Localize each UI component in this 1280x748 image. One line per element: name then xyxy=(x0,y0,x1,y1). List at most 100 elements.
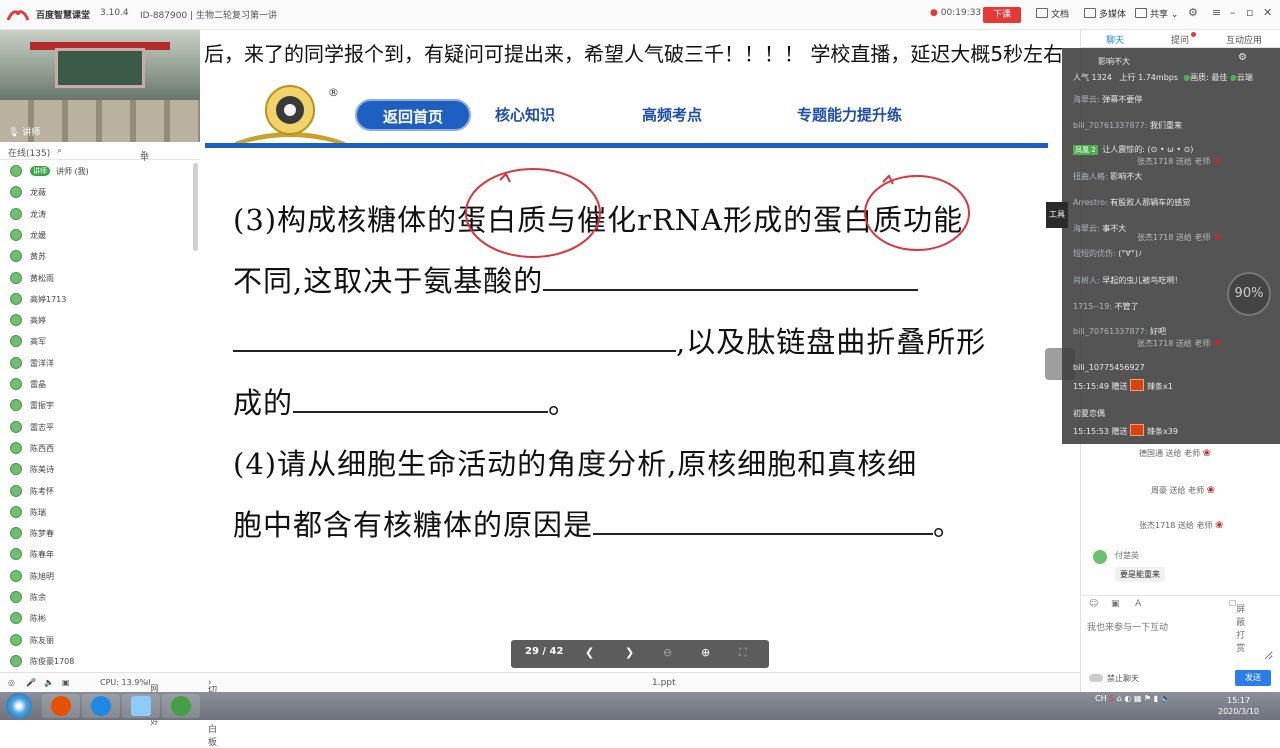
zoom-in-icon[interactable]: ⊕ xyxy=(701,646,710,659)
user-list-item[interactable]: 陈俊豪1708 xyxy=(0,651,200,671)
user-list-item[interactable]: 陈春年 xyxy=(0,544,200,565)
taskbar-classroom[interactable] xyxy=(162,694,200,718)
folder-icon xyxy=(1036,8,1048,18)
media-button[interactable]: 多媒体 xyxy=(1084,7,1126,20)
zoom-out-icon[interactable]: ⊖ xyxy=(663,646,672,659)
user-list: 讲师 讲师 (我) 龙薇龙涛龙媛黄苏黄松雨高婷1713 高婷 高军 雷洋洋雷晶雷振宇雷志平… xyxy=(0,161,200,671)
block-tips-checkbox[interactable]: ☐ 屏蔽打赏 xyxy=(1229,599,1245,654)
chat-text: 事不大 xyxy=(1102,224,1127,233)
user-list-item[interactable]: 陈西西 xyxy=(0,438,200,459)
overlay-chat-message: 凤凰 2 让人震惊的: (⊙ • ω • ⊙) xyxy=(1073,144,1193,155)
user-name: 龙涛 xyxy=(30,209,46,219)
user-list-item[interactable]: 黄苏 xyxy=(0,246,200,267)
chat-sender: Arrestro: xyxy=(1073,198,1108,207)
teacher-annotations xyxy=(465,168,970,258)
notification-dot xyxy=(1191,32,1196,37)
user-list-scrollbar[interactable] xyxy=(193,163,198,251)
user-list-item[interactable]: 龙涛 xyxy=(0,204,200,225)
user-list-item[interactable]: 陈瑞 xyxy=(0,502,200,523)
share-button[interactable]: 共享 ⌄ xyxy=(1135,7,1178,20)
overlay-top-text: 影响不大 xyxy=(1098,57,1130,66)
user-list-item[interactable]: 陈余 xyxy=(0,587,200,608)
user-list-item[interactable]: 龙薇 xyxy=(0,182,200,203)
user-name: 黄松雨 xyxy=(30,273,54,283)
user-list-item[interactable]: 讲师 讲师 (我) xyxy=(0,161,200,182)
online-count: 在线(135) xyxy=(8,149,51,159)
taskbar-app-1[interactable] xyxy=(42,694,80,718)
taskbar-app-3[interactable] xyxy=(122,694,160,718)
menu-icon[interactable]: ≡ xyxy=(1212,6,1221,19)
minimize-icon[interactable]: – xyxy=(1230,6,1236,19)
status-footer: ◎ 🎤 🔈 ▣ CPU: 13.9% ıl 网络良好 xyxy=(0,672,200,726)
user-list-item[interactable]: 陈考怀 xyxy=(0,481,200,502)
user-list-item[interactable]: 雷振宇 xyxy=(0,395,200,416)
chat-input[interactable] xyxy=(1087,620,1273,660)
user-list-item[interactable]: 黄松雨 xyxy=(0,268,200,289)
user-list-item[interactable]: 高婷1713 xyxy=(0,289,200,310)
chat-sender: 短短的优伤: xyxy=(1073,249,1116,258)
avatar xyxy=(10,591,22,603)
overlay-settings-icon[interactable]: ⚙ xyxy=(1238,52,1247,63)
prev-page-icon[interactable]: ❮ xyxy=(585,646,594,659)
speed-gauge[interactable]: 90% xyxy=(1227,272,1271,316)
user-name: 雷晶 xyxy=(30,380,46,389)
user-name: 黄苏 xyxy=(30,252,46,262)
annotation-circle xyxy=(864,175,970,251)
search-icon[interactable]: ⌕ xyxy=(57,146,62,156)
mute-chat-toggle[interactable]: 禁止聊天 xyxy=(1089,673,1139,684)
tools-tab[interactable]: 工具 xyxy=(1046,202,1068,228)
user-list-item[interactable]: 雷晶 xyxy=(0,374,200,395)
user-name: 雷振宇 xyxy=(30,401,54,411)
next-page-icon[interactable]: ❯ xyxy=(625,646,634,659)
restore-icon[interactable]: ▫ xyxy=(1246,6,1253,19)
image-icon[interactable]: ▣ xyxy=(1111,599,1120,609)
classroom-icon xyxy=(171,696,191,716)
fullscreen-icon[interactable]: ⛶ xyxy=(739,646,747,660)
system-tray[interactable]: CH S ⌂ ◐ ▦ ⚑ ▮ 🔈 xyxy=(1095,694,1171,703)
documents-button[interactable]: 文档 xyxy=(1036,7,1069,20)
send-button[interactable]: 发送 xyxy=(1235,670,1271,686)
teacher-webcam[interactable]: 🎙 讲师 xyxy=(0,30,200,142)
avatar xyxy=(10,271,22,284)
font-icon[interactable]: A xyxy=(1135,599,1141,609)
start-button[interactable] xyxy=(6,693,32,719)
chat-input-tools: ☺ ▣ A ☐ 屏蔽打赏 xyxy=(1081,595,1280,654)
tab-questions[interactable]: 提问 xyxy=(1171,33,1189,46)
mic-icon[interactable]: 🎤 xyxy=(26,678,36,687)
user-list-item[interactable]: 雷洋洋 xyxy=(0,353,200,374)
annotation-tick xyxy=(499,172,511,183)
presentation-slide: ® 返回首页 核心知识 高频考点 专题能力提升练 (3)构成核糖体的蛋白质与催化… xyxy=(205,70,1048,625)
system-clock[interactable]: 15:17 2020/3/10 xyxy=(1218,695,1259,717)
user-list-item[interactable]: 陈梦春 xyxy=(0,523,200,544)
switch-whiteboard-button[interactable]: 切换到白板 › xyxy=(208,678,217,748)
emoji-icon[interactable]: ☺ xyxy=(1089,599,1098,609)
end-class-button[interactable]: 下课 xyxy=(983,7,1021,23)
tab-apps[interactable]: 互动应用 xyxy=(1226,33,1262,46)
speaker-icon[interactable]: 🔈 xyxy=(44,678,54,687)
title-bar: 百度智慧课堂 3.10.4 ID-887900 | 生物二轮复习第一讲 ● 00… xyxy=(0,0,1280,30)
user-list-item[interactable]: 高婷 xyxy=(0,310,200,331)
help-icon[interactable]: ◎ xyxy=(8,678,15,687)
overlay-chat-message: 1715--19: 不管了 xyxy=(1073,301,1139,312)
chat-sender: 扭曲人格: xyxy=(1073,172,1108,181)
tab-chat[interactable]: 聊天 xyxy=(1106,33,1124,46)
user-list-item[interactable]: 陈彬 xyxy=(0,608,200,629)
overlay-chat-message: 海翠云: 弹幕不要停 xyxy=(1073,94,1142,105)
user-name: 陈西西 xyxy=(30,443,54,453)
user-list-item[interactable]: 陈美诗 xyxy=(0,459,200,480)
avatar xyxy=(10,356,22,369)
logo-icon xyxy=(6,10,30,21)
taskbar-ie[interactable] xyxy=(82,694,120,718)
user-list-item[interactable]: 陈友丽 xyxy=(0,630,200,651)
user-list-item[interactable]: 高军 xyxy=(0,331,200,352)
user-list-item[interactable]: 雷志平 xyxy=(0,417,200,438)
user-list-item[interactable]: 龙媛 xyxy=(0,225,200,246)
avatar xyxy=(10,441,22,454)
network-status: ıl 网络良好 xyxy=(146,678,159,726)
close-icon[interactable]: ✕ xyxy=(1263,6,1272,19)
user-list-item[interactable]: 陈旭明 xyxy=(0,566,200,587)
right-tabs: 聊天 提问 互动应用 xyxy=(1081,30,1280,48)
camera-icon[interactable]: ▣ xyxy=(62,678,70,687)
settings-icon[interactable]: ⚙ xyxy=(1188,6,1198,19)
raise-hand-dropdown[interactable]: 举手连线 ⌄ xyxy=(140,146,149,202)
